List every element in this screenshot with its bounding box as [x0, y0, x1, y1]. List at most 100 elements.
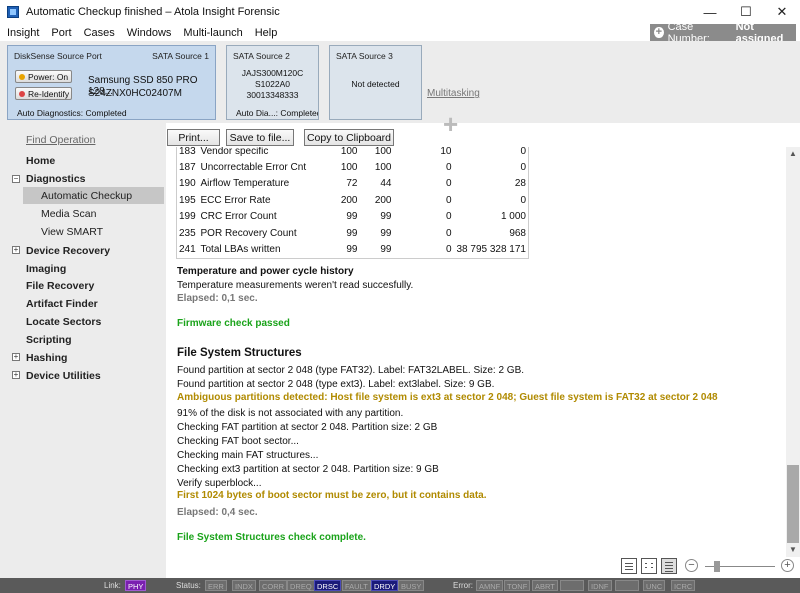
source-label: SATA Source 2 [233, 51, 290, 61]
expand-icon[interactable]: + [12, 246, 20, 254]
source-card-1[interactable]: DiskSense Source Port SATA Source 1 Powe… [7, 45, 216, 120]
source-port-label: DiskSense Source Port [14, 51, 102, 61]
smart-threshold: 10 [440, 147, 452, 157]
temperature-message: Temperature measurements weren't read su… [177, 280, 414, 291]
fs-log-line: Verify superblock... [177, 478, 262, 489]
reidentify-label: Re-Identify [28, 88, 70, 99]
smart-attr-name: Airflow Temperature [200, 178, 290, 190]
table-row: 241 Total LBAs written 99 99 0 38 795 328 171 [177, 242, 529, 259]
smart-value: 100 [340, 147, 358, 157]
fs-log-line: Checking main FAT structures... [177, 450, 319, 461]
status-indicator: BUSY [398, 580, 425, 591]
sidebar-item-imaging[interactable]: Imaging [26, 263, 66, 275]
app-window: Automatic Checkup finished – Atola Insig… [0, 0, 800, 593]
menu-windows[interactable]: Windows [121, 27, 178, 39]
menu-help[interactable]: Help [249, 27, 284, 39]
device-line-1: JAJS300M120C [241, 68, 304, 78]
vertical-scrollbar[interactable]: ▲ ▼ [786, 147, 800, 557]
fs-log-line: Checking FAT boot sector... [177, 436, 299, 447]
smart-worst: 200 [374, 194, 392, 206]
save-to-file-button[interactable]: Save to file... [226, 129, 294, 146]
sidebar-item-view-smart[interactable]: View SMART [41, 226, 103, 238]
status-indicator: DREQ [287, 580, 315, 591]
smart-value: 99 [346, 211, 358, 223]
firmware-check-status: Firmware check passed [177, 318, 290, 329]
source-label: SATA Source 1 [152, 51, 209, 61]
fs-log-line: Found partition at sector 2 048 (type ex… [177, 379, 495, 390]
status-bar: Link: PHY Status: ERR INDX CORR DREQ DRS… [0, 578, 800, 593]
collapse-icon[interactable]: − [12, 175, 20, 183]
power-label: Power: On [28, 71, 69, 82]
smart-value: 200 [340, 194, 358, 206]
table-row: 195 ECC Error Rate 200 200 0 0 [177, 192, 529, 209]
case-number-box[interactable]: + Case Number: Not assigned [650, 21, 796, 45]
expand-icon[interactable]: + [12, 353, 20, 361]
smart-attr-name: Total LBAs written [200, 244, 281, 255]
sidebar-item-automatic-checkup[interactable]: Automatic Checkup [41, 190, 132, 202]
smart-attr-name: CRC Error Count [200, 211, 277, 223]
smart-attr-id: 195 [179, 194, 196, 206]
fs-section-heading: File System Structures [177, 347, 302, 359]
smart-raw: 1 000 [500, 211, 526, 223]
source-card-3[interactable]: SATA Source 3 Not detected [329, 45, 422, 120]
source-status: Not detected [351, 79, 400, 89]
smart-threshold: 0 [445, 211, 452, 223]
table-row: 235 POR Recovery Count 99 99 0 968 [177, 225, 529, 242]
menu-multi-launch[interactable]: Multi-launch [177, 27, 248, 39]
table-row: 199 CRC Error Count 99 99 0 1 000 [177, 209, 529, 226]
list-view-icon[interactable] [621, 558, 637, 574]
smart-raw: 28 [514, 178, 526, 190]
find-operation-link[interactable]: Find Operation [26, 134, 95, 146]
menu-insight[interactable]: Insight [0, 27, 45, 39]
smart-worst: 100 [374, 147, 392, 157]
smart-value: 100 [340, 161, 358, 173]
zoom-out-icon[interactable]: − [685, 559, 698, 572]
device-line-3: 30013348333 [246, 90, 299, 100]
app-logo-icon [7, 6, 19, 18]
detail-view-icon[interactable] [661, 558, 677, 574]
reidentify-button[interactable]: Re-Identify [15, 87, 72, 100]
scroll-up-icon[interactable]: ▲ [786, 147, 800, 161]
sidebar-item-device-utilities[interactable]: Device Utilities [26, 370, 101, 382]
smart-table: 183 Vendor specific 100 100 10 0 187 Uncorrecta… [176, 147, 529, 259]
sidebar-item-scripting[interactable]: Scripting [26, 334, 72, 346]
sidebar-item-locate-sectors[interactable]: Locate Sectors [26, 316, 101, 328]
smart-worst: 99 [380, 211, 392, 223]
table-row: 190 Airflow Temperature 72 44 0 28 [177, 176, 529, 193]
sidebar-item-file-recovery[interactable]: File Recovery [26, 280, 94, 292]
expand-icon[interactable]: + [12, 371, 20, 379]
auto-diagnostics-status: Auto Diagnostics: Completed [17, 108, 127, 118]
window-title: Automatic Checkup finished – Atola Insig… [26, 6, 280, 18]
scroll-down-icon[interactable]: ▼ [786, 543, 800, 557]
status-indicator: FAULT [342, 580, 371, 591]
power-button[interactable]: Power: On [15, 70, 72, 83]
device-line-2: S1022A0 [255, 79, 290, 89]
menu-port[interactable]: Port [45, 27, 77, 39]
sidebar-item-hashing[interactable]: Hashing [26, 352, 67, 364]
error-indicator: AMNF [476, 580, 504, 591]
zoom-in-icon[interactable]: + [781, 559, 794, 572]
columns-view-icon[interactable] [641, 558, 657, 574]
status-indicator: DRSC [314, 580, 342, 591]
sidebar-item-artifact-finder[interactable]: Artifact Finder [26, 298, 98, 310]
sidebar-item-device-recovery[interactable]: Device Recovery [26, 245, 110, 257]
scroll-thumb[interactable] [787, 465, 799, 543]
smart-threshold: 0 [445, 178, 452, 190]
source-card-2[interactable]: SATA Source 2 JAJS300M120C S1022A0 30013… [226, 45, 319, 120]
fs-log-line: Checking FAT partition at sector 2 048. … [177, 422, 438, 433]
print-button[interactable]: Print... [167, 129, 220, 146]
sidebar-item-diagnostics[interactable]: Diagnostics [26, 173, 86, 185]
smart-threshold: 0 [445, 244, 452, 255]
zoom-slider-handle[interactable] [714, 561, 720, 572]
copy-to-clipboard-button[interactable]: Copy to Clipboard [304, 129, 394, 146]
link-indicator: PHY [125, 580, 147, 591]
table-row: 187 Uncorrectable Error Cnt 100 100 0 0 [177, 159, 529, 176]
multitasking-link[interactable]: Multitasking [427, 88, 480, 99]
temperature-heading: Temperature and power cycle history [177, 266, 354, 277]
add-case-icon[interactable]: + [654, 27, 664, 38]
sidebar-item-media-scan[interactable]: Media Scan [41, 208, 96, 220]
fs-check-complete: File System Structures check complete. [177, 532, 366, 543]
menu-cases[interactable]: Cases [78, 27, 121, 39]
sidebar-item-home[interactable]: Home [26, 155, 55, 167]
device-serial: S24ZNX0HC02407M [88, 88, 182, 99]
